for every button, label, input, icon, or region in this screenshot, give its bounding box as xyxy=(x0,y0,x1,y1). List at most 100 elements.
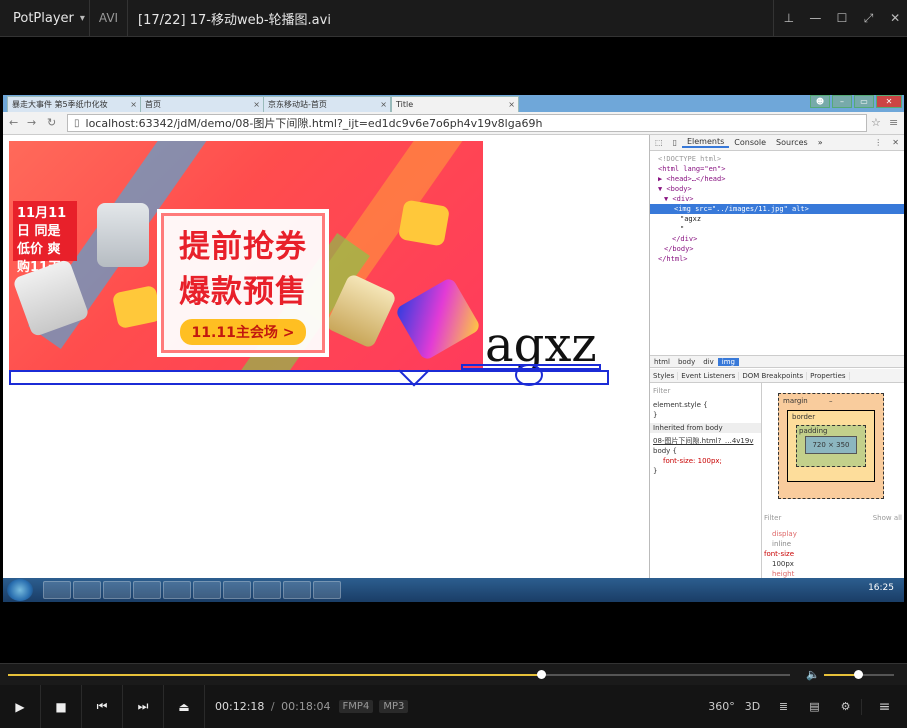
border-label: border xyxy=(792,413,816,421)
css-property[interactable]: font-size: 100px; xyxy=(653,456,758,466)
tab-properties[interactable]: Properties xyxy=(807,371,850,380)
back-icon[interactable]: ← xyxy=(9,116,18,129)
browser-tab-label: 京东移动站-首页 xyxy=(268,100,327,109)
menu-icon[interactable]: ≡ xyxy=(889,116,898,129)
seek-track[interactable] xyxy=(8,670,790,679)
fullscreen-icon[interactable]: ⤢ xyxy=(857,0,881,37)
tab-elements[interactable]: Elements xyxy=(681,137,730,148)
address-input[interactable]: ▯ localhost:63342/jdM/demo/08-图片下间隙.html… xyxy=(67,114,867,132)
crumb-div[interactable]: div xyxy=(699,358,718,366)
app-icon[interactable] xyxy=(283,581,311,599)
previous-button[interactable]: ⏮ xyxy=(82,685,123,728)
app-icon[interactable] xyxy=(313,581,341,599)
dom-node[interactable]: ▶ <head>…</head> xyxy=(650,174,904,184)
dom-node[interactable]: "agxz xyxy=(650,214,904,224)
rule-close: } xyxy=(653,467,658,475)
app-menu-button[interactable]: PotPlayer ▾ xyxy=(0,0,90,37)
dom-node[interactable]: ▼ <body> xyxy=(650,184,904,194)
video-codec-tag[interactable]: FMP4 xyxy=(338,700,374,713)
maximize-icon[interactable]: ▭ xyxy=(854,95,874,108)
app-icon[interactable] xyxy=(253,581,281,599)
margin-value: – xyxy=(829,397,833,405)
dom-node[interactable]: <html lang="en"> xyxy=(650,164,904,174)
settings-gear-icon[interactable]: ⚙ xyxy=(830,700,861,713)
menu-icon[interactable]: ≡ xyxy=(861,698,907,715)
close-icon[interactable]: ✕ xyxy=(883,0,907,37)
tab-more[interactable]: » xyxy=(813,138,828,147)
browser-tab[interactable]: 首页 × xyxy=(140,96,264,112)
browser-tab-label: Title xyxy=(396,100,414,109)
eject-button[interactable]: ⏏ xyxy=(164,685,205,728)
close-icon[interactable]: ✕ xyxy=(887,138,904,147)
forward-icon[interactable]: → xyxy=(27,116,36,129)
audio-codec-tag[interactable]: MP3 xyxy=(379,700,409,713)
dom-node[interactable]: ▼ <div> xyxy=(650,194,904,204)
computed-property[interactable]: display xyxy=(764,529,902,539)
playlist-search-icon[interactable]: ≣ xyxy=(768,700,799,713)
dom-node[interactable]: <!DOCTYPE html> xyxy=(650,154,904,164)
ie-icon[interactable] xyxy=(43,581,71,599)
webstorm-icon[interactable] xyxy=(163,581,191,599)
device-icon[interactable]: ▯ xyxy=(668,138,682,147)
inspect-icon[interactable]: ⬚ xyxy=(650,138,668,147)
crumb-html[interactable]: html xyxy=(650,358,674,366)
crumb-body[interactable]: body xyxy=(674,358,699,366)
dom-node[interactable]: </html> xyxy=(650,254,904,264)
maximize-icon[interactable]: ☐ xyxy=(830,0,854,37)
computed-property[interactable]: font-size xyxy=(764,549,902,559)
folder-icon[interactable] xyxy=(193,581,221,599)
vr-360-icon[interactable]: 360° xyxy=(706,700,737,713)
styles-filter[interactable]: Filter xyxy=(653,386,758,396)
volume-handle[interactable] xyxy=(853,670,863,679)
browser-tab[interactable]: 暴走大事件 第5季纸巾化妆 × xyxy=(7,96,141,112)
browser-tab-active[interactable]: Title × xyxy=(391,96,519,112)
pin-icon[interactable]: ⊥ xyxy=(777,0,801,37)
seek-handle[interactable] xyxy=(537,670,547,679)
minimize-icon[interactable]: — xyxy=(804,0,828,37)
video-frame[interactable]: 暴走大事件 第5季纸巾化妆 × 首页 × 京东移动站-首页 × Title × … xyxy=(3,95,904,602)
app-icon[interactable] xyxy=(223,581,251,599)
tab-dom-breakpoints[interactable]: DOM Breakpoints xyxy=(739,371,808,380)
banner-logo: 11月11日 同是低价 爽购11天 xyxy=(13,201,77,275)
app-icon[interactable] xyxy=(133,581,161,599)
show-all-checkbox[interactable]: Show all xyxy=(873,513,902,523)
chrome-icon[interactable] xyxy=(103,581,131,599)
tab-event-listeners[interactable]: Event Listeners xyxy=(678,371,740,380)
more-vertical-icon[interactable]: ⋮ xyxy=(869,138,887,147)
start-button[interactable] xyxy=(7,579,33,601)
close-icon[interactable]: ✕ xyxy=(876,95,902,108)
box-model-border: border padding 720 × 350 xyxy=(787,410,875,482)
user-icon[interactable]: ☻ xyxy=(810,95,830,108)
close-icon[interactable]: × xyxy=(380,100,387,109)
tab-sources[interactable]: Sources xyxy=(771,138,813,147)
stop-button[interactable]: ■ xyxy=(41,685,82,728)
computed-filter[interactable]: Filter xyxy=(764,513,781,523)
browser-window-controls: ☻ – ▭ ✕ xyxy=(808,95,902,108)
dom-node[interactable]: </body> xyxy=(650,244,904,254)
firefox-icon[interactable] xyxy=(73,581,101,599)
rule-source-link[interactable]: 08-图片下间隙.html?_…4v19v xyxy=(653,436,758,446)
bookmark-star-icon[interactable]: ☆ xyxy=(871,116,881,129)
next-button[interactable]: ⏭ xyxy=(123,685,164,728)
dom-node[interactable]: " xyxy=(650,224,904,234)
dom-node[interactable]: </div> xyxy=(650,234,904,244)
volume-icon[interactable]: 🔈 xyxy=(806,668,820,681)
tab-styles[interactable]: Styles xyxy=(650,371,679,380)
coupon-image xyxy=(111,284,163,330)
minimize-icon[interactable]: – xyxy=(832,95,852,108)
seek-bar[interactable]: 🔈 xyxy=(0,663,907,685)
play-button[interactable]: ▶ xyxy=(0,685,41,728)
volume-slider[interactable] xyxy=(824,670,894,679)
close-icon[interactable]: × xyxy=(508,100,515,109)
close-icon[interactable]: × xyxy=(130,100,137,109)
crumb-img[interactable]: img xyxy=(717,357,740,366)
clock[interactable]: 16:25 xyxy=(868,583,894,593)
playback-controls: ▶ ■ ⏮ ⏭ ⏏ 00:12:18 / 00:18:04 FMP4 MP3 3… xyxy=(0,685,907,728)
chapters-icon[interactable]: ▤ xyxy=(799,700,830,713)
reload-icon[interactable]: ↻ xyxy=(47,116,56,129)
dom-node-selected[interactable]: <img src="../images/11.jpg" alt> xyxy=(650,204,904,214)
tab-console[interactable]: Console xyxy=(729,138,771,147)
close-icon[interactable]: × xyxy=(253,100,260,109)
browser-tab[interactable]: 京东移动站-首页 × xyxy=(263,96,391,112)
3d-icon[interactable]: 3D xyxy=(737,700,768,713)
